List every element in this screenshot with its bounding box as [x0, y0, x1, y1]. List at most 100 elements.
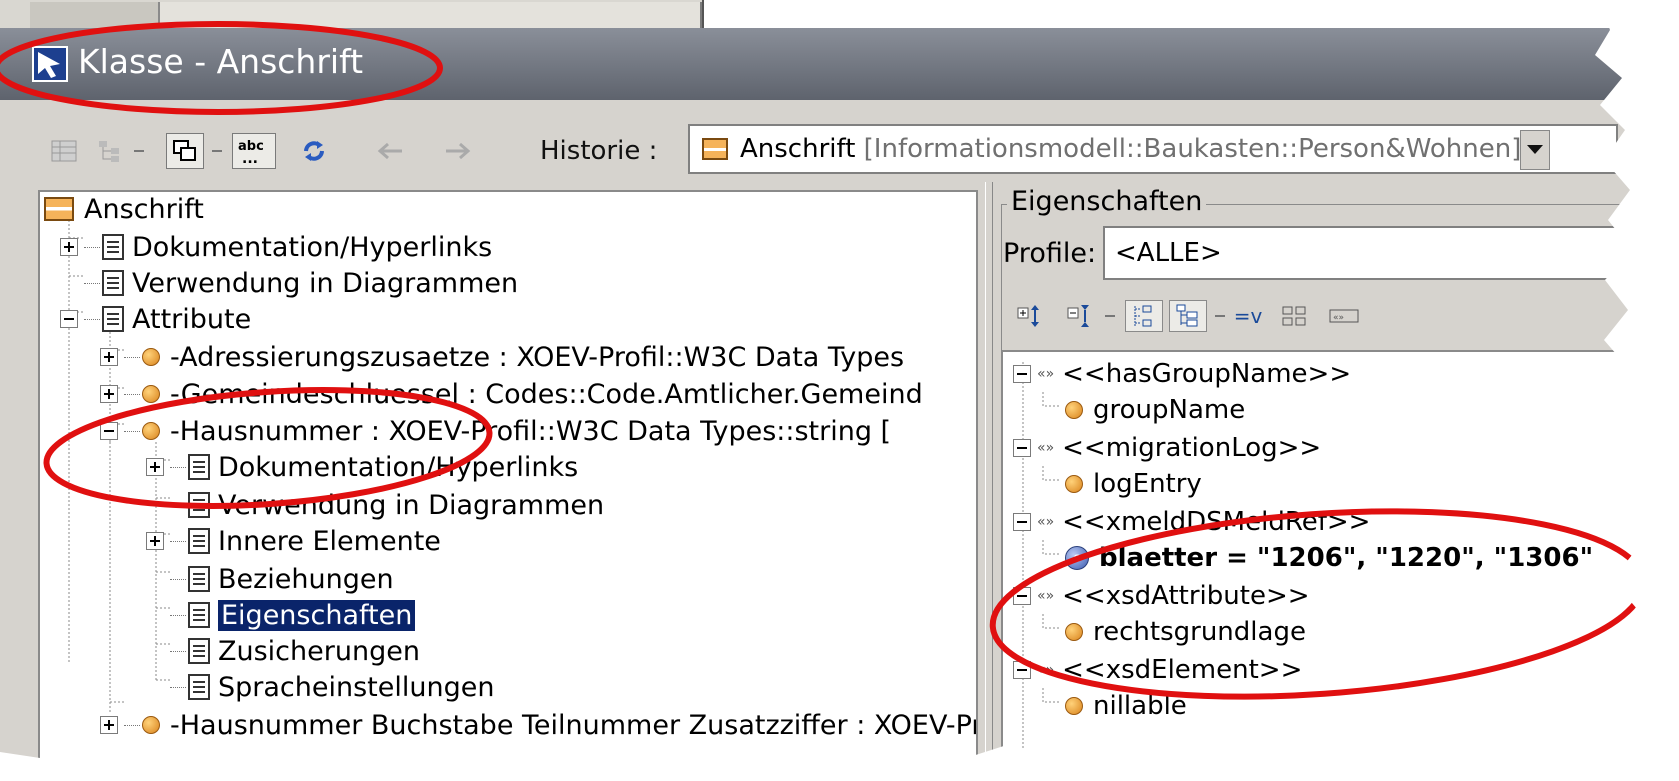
collapse-icon[interactable]	[60, 310, 78, 328]
stereotype-row[interactable]: «» <<migrationLog>>	[1013, 430, 1321, 466]
document-icon	[188, 638, 210, 664]
property-label: nillable	[1093, 691, 1187, 721]
tree-item[interactable]: Dokumentation/Hyperlinks	[146, 448, 578, 486]
tree-item[interactable]: -Hausnummer : XOEV-Profil::W3C Data Type…	[100, 412, 891, 450]
collapse-icon[interactable]	[100, 422, 118, 440]
chevron-down-icon[interactable]	[1520, 130, 1550, 170]
tree-item[interactable]: Verwendung in Diagrammen	[84, 264, 518, 302]
expand-icon[interactable]	[100, 716, 118, 734]
back-arrow-icon[interactable]	[372, 133, 408, 169]
expand-icon[interactable]	[100, 385, 118, 403]
tree-item[interactable]: -Hausnummer Buchstabe Teilnummer Zusatzz…	[100, 706, 976, 744]
stereotype-label: <<xsdAttribute>>	[1062, 581, 1310, 611]
grid-view-icon[interactable]	[1275, 300, 1313, 332]
attribute-icon	[142, 385, 160, 403]
properties-tree[interactable]: «» <<hasGroupName>> groupName «» <<migra…	[1001, 350, 1679, 781]
stereotype-label: <<xsdElement>>	[1062, 655, 1303, 685]
value-specification-icon: s	[1065, 546, 1089, 570]
tree-item-label: -Hausnummer Buchstabe Teilnummer Zusatzz…	[170, 709, 976, 741]
document-icon	[188, 528, 210, 554]
collapse-icon[interactable]	[1013, 513, 1031, 531]
profile-select[interactable]: <ALLE>	[1103, 226, 1679, 280]
tree-item[interactable]: -Adressierungszusaetze : XOEV-Profil::W3…	[100, 338, 904, 376]
property-row[interactable]: nillable	[1065, 688, 1187, 724]
refresh-icon[interactable]	[296, 133, 332, 169]
expand-all-icon[interactable]	[1013, 300, 1051, 332]
stereotype-row[interactable]: «» <<xsdAttribute>>	[1013, 578, 1310, 614]
categorized-view-icon[interactable]	[1169, 300, 1207, 332]
document-icon	[102, 234, 124, 260]
spell-check-icon[interactable]: abc...	[232, 133, 276, 169]
tree-item-selected[interactable]: Eigenschaften	[170, 596, 416, 634]
tree-connector	[170, 504, 186, 506]
dialog-title-bar[interactable]: Klasse - Anschrift	[0, 28, 1679, 100]
tree-item-label: Anschrift	[84, 193, 204, 225]
toolbar-separator	[212, 150, 222, 152]
profile-value: <ALLE>	[1115, 238, 1222, 268]
forward-arrow-icon[interactable]	[440, 133, 476, 169]
collapse-icon[interactable]	[1013, 661, 1031, 679]
tree-item-label: Spracheinstellungen	[218, 671, 495, 703]
screenshot-frame: Klasse - Anschrift abc... Historie : Ans…	[0, 0, 1679, 781]
class-icon	[702, 138, 728, 160]
tree-item-label: Innere Elemente	[218, 525, 441, 557]
document-icon	[188, 602, 210, 628]
stereotype-row[interactable]: «» <<hasGroupName>>	[1013, 356, 1351, 392]
tree-item[interactable]: Attribute	[60, 300, 251, 338]
tree-item[interactable]: Dokumentation/Hyperlinks	[60, 228, 492, 266]
split-pane-divider[interactable]	[985, 182, 993, 781]
dialog-title: Klasse - Anschrift	[78, 42, 364, 81]
tree-root[interactable]: Anschrift	[44, 192, 204, 228]
history-combobox[interactable]: Anschrift [Informationsmodell::Baukasten…	[688, 124, 1618, 174]
class-icon	[44, 197, 74, 221]
attribute-icon	[142, 716, 160, 734]
tree-item[interactable]: Beziehungen	[170, 560, 394, 598]
toolbar-separator	[134, 150, 144, 152]
property-row[interactable]: groupName	[1065, 392, 1245, 428]
property-row[interactable]: logEntry	[1065, 466, 1202, 502]
tree-item[interactable]: Verwendung in Diagrammen	[170, 486, 604, 524]
stereotype-icon[interactable]: «»	[1325, 300, 1363, 332]
collapse-icon[interactable]	[1013, 587, 1031, 605]
parent-tab[interactable]	[160, 2, 702, 28]
property-row[interactable]: rechtsgrundlage	[1065, 614, 1306, 650]
tree-item-label: Beziehungen	[218, 563, 394, 595]
tree-connector	[170, 650, 186, 652]
tree-item[interactable]: -Gemeindeschluessel : Codes::Code.Amtlic…	[100, 375, 923, 413]
expand-icon[interactable]	[146, 532, 164, 550]
parent-window-strip	[0, 0, 1679, 28]
property-row[interactable]: s blaetter = "1206", "1220", "1306"	[1065, 540, 1593, 576]
tree-connector	[170, 578, 186, 580]
tree-item[interactable]: Zusicherungen	[170, 632, 420, 670]
svg-text:«»: «»	[1333, 313, 1344, 323]
collapse-icon[interactable]	[1013, 365, 1031, 383]
stereotype-row[interactable]: «» <<xmeldDSMeldRef>>	[1013, 504, 1370, 540]
stereotype-label: <<migrationLog>>	[1062, 433, 1322, 463]
table-view-icon[interactable]	[48, 133, 80, 169]
history-value: Anschrift [Informationsmodell::Baukasten…	[740, 134, 1522, 164]
tree-item[interactable]: Innere Elemente	[146, 522, 441, 560]
tree-item[interactable]: Spracheinstellungen	[170, 668, 494, 706]
stereotype-label: <<xmeldDSMeldRef>>	[1062, 507, 1371, 537]
document-icon	[188, 566, 210, 592]
property-label: groupName	[1093, 395, 1246, 425]
filter-equals-icon[interactable]: =v	[1229, 300, 1267, 332]
tagged-value-icon	[1065, 401, 1083, 419]
property-label: rechtsgrundlage	[1093, 617, 1306, 647]
hierarchy-view-icon[interactable]	[1125, 300, 1163, 332]
expand-icon[interactable]	[100, 348, 118, 366]
stereotype-label: <<hasGroupName>>	[1062, 359, 1352, 389]
expand-icon[interactable]	[146, 458, 164, 476]
tree-item-label: Dokumentation/Hyperlinks	[132, 231, 493, 263]
element-tree[interactable]: Anschrift Dokumentation/Hyperlinks Verwe…	[38, 190, 978, 781]
tree-connector	[170, 614, 186, 616]
expand-icon[interactable]	[60, 238, 78, 256]
properties-panel: Eigenschaften Profile: <ALLE> =v «» «» <…	[993, 182, 1679, 781]
parent-tab[interactable]	[30, 2, 160, 28]
window-mode-icon[interactable]	[166, 133, 204, 169]
collapse-all-icon[interactable]	[1063, 300, 1101, 332]
stereotype-row[interactable]: «» <<xsdElement>>	[1013, 652, 1302, 688]
collapse-icon[interactable]	[1013, 439, 1031, 457]
stereotype-icon: «»	[1037, 514, 1055, 530]
tree-view-icon[interactable]	[94, 133, 126, 169]
